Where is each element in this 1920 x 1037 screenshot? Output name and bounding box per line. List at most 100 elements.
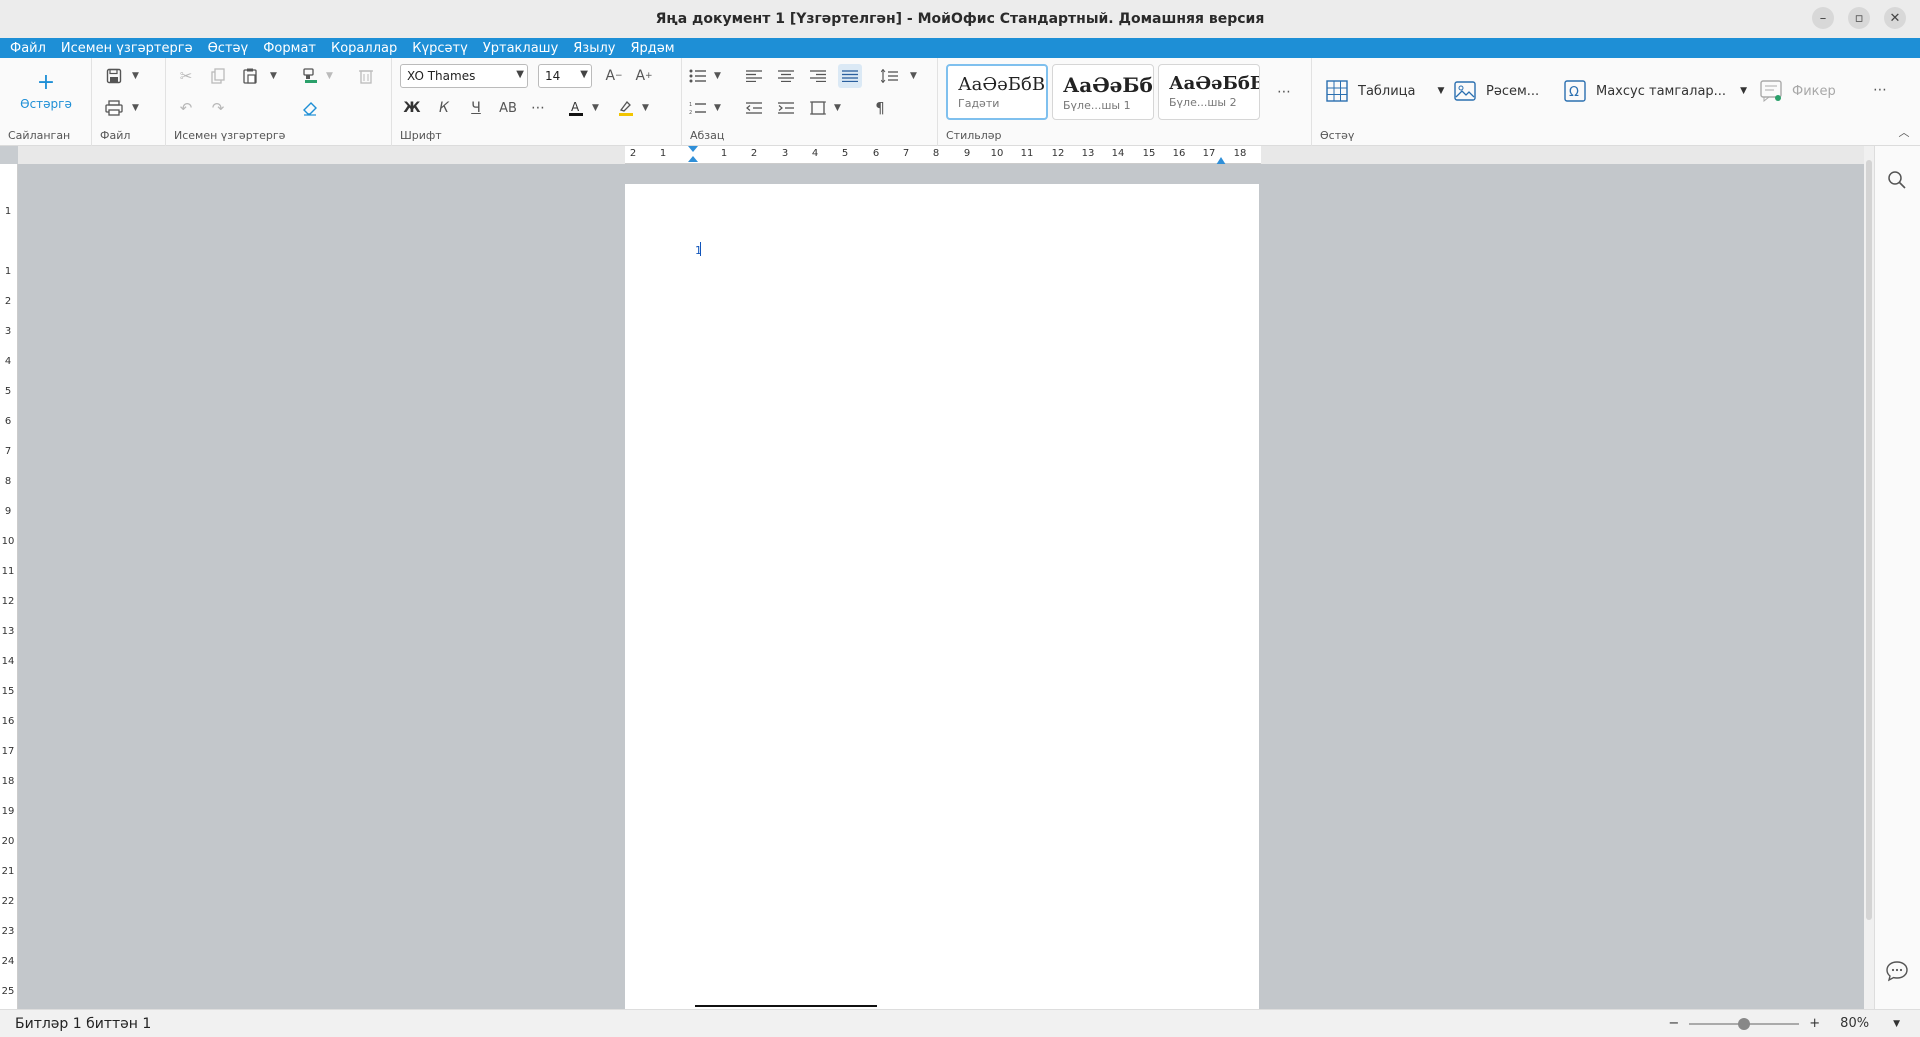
zoom-dropdown-icon[interactable]: ▼ bbox=[1893, 1019, 1900, 1029]
minimize-button[interactable]: – bbox=[1812, 7, 1834, 29]
ruler-tick: 13 bbox=[1081, 148, 1095, 159]
decrease-indent-icon[interactable] bbox=[742, 96, 766, 120]
undo-icon[interactable]: ↶ bbox=[174, 96, 198, 120]
menu-share[interactable]: Уртаклашу bbox=[483, 41, 558, 56]
align-justify-icon[interactable] bbox=[838, 64, 862, 88]
highlight-dropdown-icon[interactable]: ▼ bbox=[642, 103, 649, 113]
collapse-ribbon-icon[interactable]: ︿ bbox=[1892, 120, 1916, 144]
menu-review[interactable]: Язылу bbox=[573, 41, 615, 56]
ruler-tick: 3 bbox=[781, 148, 789, 159]
pilcrow-icon[interactable]: ¶ bbox=[868, 96, 892, 120]
add-label: Өстәргә bbox=[20, 97, 72, 111]
font-color-dropdown-icon[interactable]: ▼ bbox=[592, 103, 599, 113]
cut-icon[interactable]: ✂ bbox=[174, 64, 198, 88]
align-center-icon[interactable] bbox=[774, 64, 798, 88]
align-left-icon[interactable] bbox=[742, 64, 766, 88]
print-dropdown-icon[interactable]: ▼ bbox=[132, 103, 139, 113]
insert-group-label: Өстәү bbox=[1320, 129, 1355, 142]
vertical-scrollbar[interactable] bbox=[1864, 146, 1874, 1009]
zoom-slider-knob[interactable] bbox=[1738, 1017, 1751, 1030]
print-icon[interactable] bbox=[102, 96, 126, 120]
edit-group-label: Исемен үзгәртергә bbox=[174, 129, 286, 142]
italic-button[interactable]: К bbox=[432, 96, 456, 120]
style-name: Бүле...шы 1 bbox=[1063, 99, 1131, 112]
style-name: Бүле...шы 2 bbox=[1169, 96, 1237, 109]
menu-edit[interactable]: Исемен үзгәртергә bbox=[61, 41, 193, 56]
highlight-icon[interactable] bbox=[614, 96, 638, 120]
eraser-icon[interactable] bbox=[298, 96, 322, 120]
line-spacing-icon[interactable] bbox=[878, 64, 902, 88]
caps-button[interactable]: АВ bbox=[496, 96, 520, 120]
chevron-down-icon[interactable]: ▼ bbox=[1740, 86, 1747, 96]
close-button[interactable]: ✕ bbox=[1884, 7, 1906, 29]
paste-icon[interactable] bbox=[238, 64, 262, 88]
borders-icon[interactable] bbox=[806, 96, 830, 120]
style-normal[interactable]: АаӘәБбВ Гадәти bbox=[946, 64, 1048, 120]
menu-tools[interactable]: Кораллар bbox=[331, 41, 397, 56]
ruler-tick: 2 bbox=[4, 296, 12, 307]
increase-font-icon[interactable]: A + bbox=[632, 64, 656, 88]
font-size-select[interactable]: 14 ▼ bbox=[538, 64, 592, 88]
svg-text:Ω: Ω bbox=[1569, 85, 1579, 100]
format-painter-icon[interactable] bbox=[298, 64, 322, 88]
left-indent-marker[interactable] bbox=[688, 146, 698, 162]
bold-button[interactable]: Ж bbox=[400, 96, 424, 120]
line-spacing-dropdown-icon[interactable]: ▼ bbox=[910, 71, 917, 81]
ruler-tick: 5 bbox=[4, 386, 12, 397]
more-styles-button[interactable]: ⋯ bbox=[1272, 80, 1296, 104]
format-painter-dropdown-icon[interactable]: ▼ bbox=[326, 71, 333, 81]
restore-button[interactable]: ▫ bbox=[1848, 7, 1870, 29]
ruler-tick: 8 bbox=[932, 148, 940, 159]
insert-special-chars-button[interactable]: Ω Махсус тамгалар... ▼ bbox=[1562, 78, 1747, 104]
zoom-slider[interactable] bbox=[1689, 1017, 1800, 1030]
redo-icon[interactable]: ↷ bbox=[206, 96, 230, 120]
search-icon[interactable] bbox=[1887, 170, 1907, 193]
numbered-list-icon[interactable]: 12 bbox=[686, 96, 710, 120]
ruler-tick: 24 bbox=[1, 956, 15, 967]
file-group-label: Файл bbox=[100, 129, 131, 142]
paste-dropdown-icon[interactable]: ▼ bbox=[270, 71, 277, 81]
insert-table-button[interactable]: Таблица ▼ bbox=[1324, 78, 1444, 104]
document-page[interactable]: 1 bbox=[625, 184, 1259, 1009]
favorites-group: + Өстәргә Сайланган bbox=[0, 58, 92, 146]
save-dropdown-icon[interactable]: ▼ bbox=[132, 71, 139, 81]
font-name-select[interactable]: XO Thames ▼ bbox=[400, 64, 528, 88]
right-indent-marker[interactable] bbox=[1216, 154, 1226, 165]
comments-icon[interactable] bbox=[1885, 960, 1909, 985]
save-icon[interactable] bbox=[102, 64, 126, 88]
insert-comment-button[interactable]: Фикер bbox=[1758, 78, 1836, 104]
menu-view[interactable]: Күрсәтү bbox=[412, 41, 468, 56]
style-heading-2[interactable]: АаӘәБбВ Бүле...шы 2 bbox=[1158, 64, 1260, 120]
add-button[interactable]: + Өстәргә bbox=[14, 72, 78, 112]
numbered-list-dropdown-icon[interactable]: ▼ bbox=[714, 103, 721, 113]
bullet-list-icon[interactable] bbox=[686, 64, 710, 88]
font-color-icon[interactable]: A bbox=[564, 96, 588, 120]
table-icon bbox=[1324, 78, 1350, 104]
ruler-tick: 13 bbox=[1, 626, 15, 637]
underline-button[interactable]: Ч bbox=[464, 96, 488, 120]
insert-picture-button[interactable]: Рәсем... bbox=[1452, 78, 1539, 104]
horizontal-ruler[interactable]: 2 1 1 2 3 4 5 6 7 8 9 10 11 12 13 14 15 … bbox=[625, 146, 1261, 165]
menu-insert[interactable]: Өстәү bbox=[208, 41, 249, 56]
ruler-tick: 4 bbox=[4, 356, 12, 367]
more-insert-button[interactable]: ⋯ bbox=[1868, 78, 1892, 102]
ruler-tick: 22 bbox=[1, 896, 15, 907]
ruler-tick: 11 bbox=[1, 566, 15, 577]
vertical-ruler[interactable]: 1 1 2 3 4 5 6 7 8 9 10 11 12 13 14 15 16… bbox=[0, 164, 18, 1009]
decrease-font-icon[interactable]: A − bbox=[602, 64, 626, 88]
more-format-button[interactable]: ⋯ bbox=[526, 96, 550, 120]
chevron-down-icon[interactable]: ▼ bbox=[1438, 86, 1445, 96]
zoom-in-button[interactable]: + bbox=[1809, 1016, 1820, 1031]
bullet-list-dropdown-icon[interactable]: ▼ bbox=[714, 71, 721, 81]
delete-icon[interactable] bbox=[354, 64, 378, 88]
borders-dropdown-icon[interactable]: ▼ bbox=[834, 103, 841, 113]
align-right-icon[interactable] bbox=[806, 64, 830, 88]
scrollbar-thumb[interactable] bbox=[1866, 160, 1872, 920]
menu-help[interactable]: Ярдәм bbox=[630, 41, 674, 56]
increase-indent-icon[interactable] bbox=[774, 96, 798, 120]
zoom-out-button[interactable]: − bbox=[1668, 1016, 1679, 1031]
menu-file[interactable]: Файл bbox=[10, 41, 46, 56]
copy-icon[interactable] bbox=[206, 64, 230, 88]
menu-format[interactable]: Формат bbox=[263, 41, 316, 56]
style-heading-1[interactable]: АаӘәБб Бүле...шы 1 bbox=[1052, 64, 1154, 120]
